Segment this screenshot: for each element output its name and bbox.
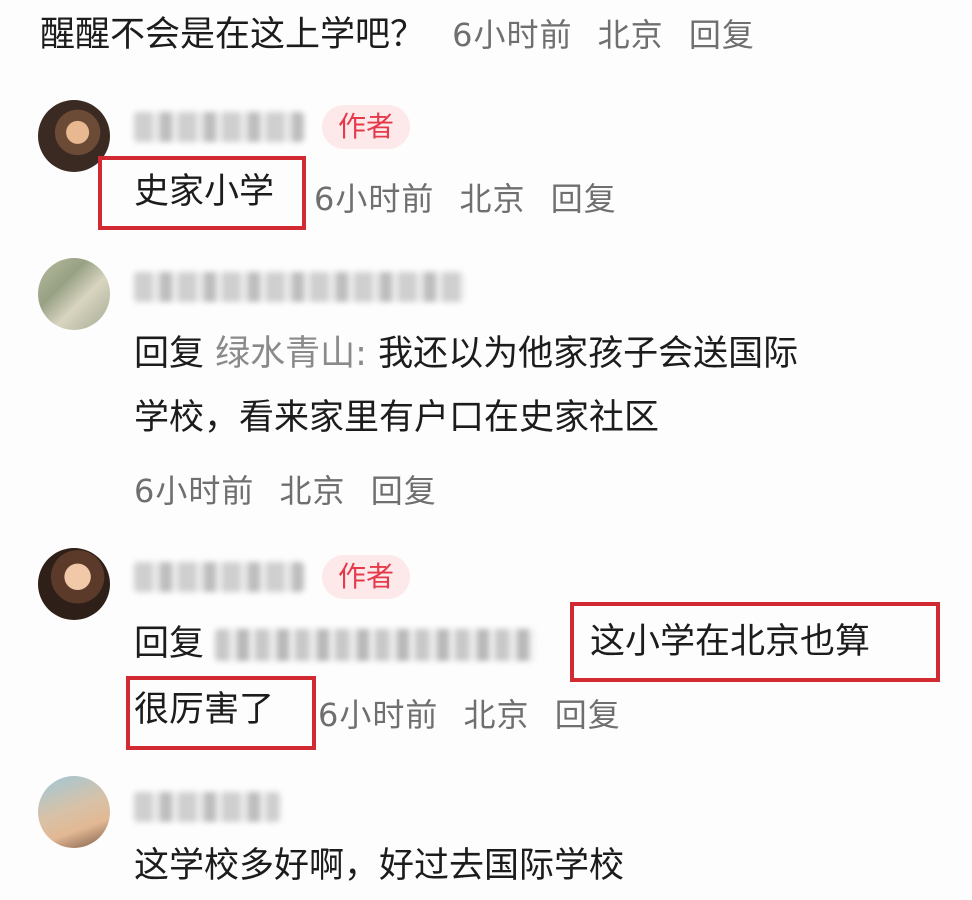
comment-location: 北京 xyxy=(279,472,346,510)
username-blurred[interactable] xyxy=(134,112,304,142)
top-comment-text: 醒醒不会是在这上学吧？ xyxy=(40,15,426,55)
reply-to-username-blurred[interactable] xyxy=(215,629,536,661)
reply-to-username[interactable]: 绿水青山: xyxy=(215,334,367,374)
comment-meta: 6小时前 北京 回复 xyxy=(318,690,621,736)
avatar[interactable] xyxy=(38,548,110,620)
comment-time: 6小时前 xyxy=(134,472,255,510)
comment-location: 北京 xyxy=(463,696,530,734)
username-blurred[interactable] xyxy=(134,792,280,822)
reply-prefix: 回复 xyxy=(134,334,205,374)
top-comment-reply-button[interactable]: 回复 xyxy=(689,16,755,54)
author-badge: 作者 xyxy=(322,105,411,149)
author-badge: 作者 xyxy=(322,555,411,599)
username-blurred[interactable] xyxy=(134,562,304,592)
top-comment: 醒醒不会是在这上学吧？ 6小时前 北京 回复 xyxy=(40,10,755,59)
top-comment-meta: 6小时前 北京 回复 xyxy=(452,10,755,56)
comment-text-line1: 回复 绿水青山: 我还以为他家孩子会送国际 xyxy=(134,330,798,378)
comment-reply-line: 回复 xyxy=(134,620,536,668)
top-comment-location: 北京 xyxy=(597,16,664,54)
comment-time: 6小时前 xyxy=(314,180,435,218)
comment-text-line2: 学校，看来家里有户口在史家社区 xyxy=(134,398,660,438)
reply-button[interactable]: 回复 xyxy=(555,696,621,734)
comment-meta: 6小时前 北京 回复 xyxy=(314,174,617,220)
comment-text: 我还以为他家孩子会送国际 xyxy=(378,334,799,374)
comment-text: 这学校多好啊，好过去国际学校 xyxy=(134,846,625,886)
reply-prefix: 回复 xyxy=(134,624,205,664)
comment-text-line1: 这小学在北京也算 xyxy=(590,622,871,662)
reply-button[interactable]: 回复 xyxy=(371,472,437,510)
comment-text-line2: 很厉害了 xyxy=(134,690,275,730)
reply-button[interactable]: 回复 xyxy=(551,180,617,218)
top-comment-time: 6小时前 xyxy=(452,16,573,54)
comment-text: 史家小学 xyxy=(134,172,275,212)
username-blurred[interactable] xyxy=(134,272,464,302)
avatar[interactable] xyxy=(38,258,110,330)
avatar[interactable] xyxy=(38,776,110,848)
comment-location: 北京 xyxy=(459,180,526,218)
comment-meta: 6小时前 北京 回复 xyxy=(134,466,437,512)
comment-time: 6小时前 xyxy=(318,696,439,734)
